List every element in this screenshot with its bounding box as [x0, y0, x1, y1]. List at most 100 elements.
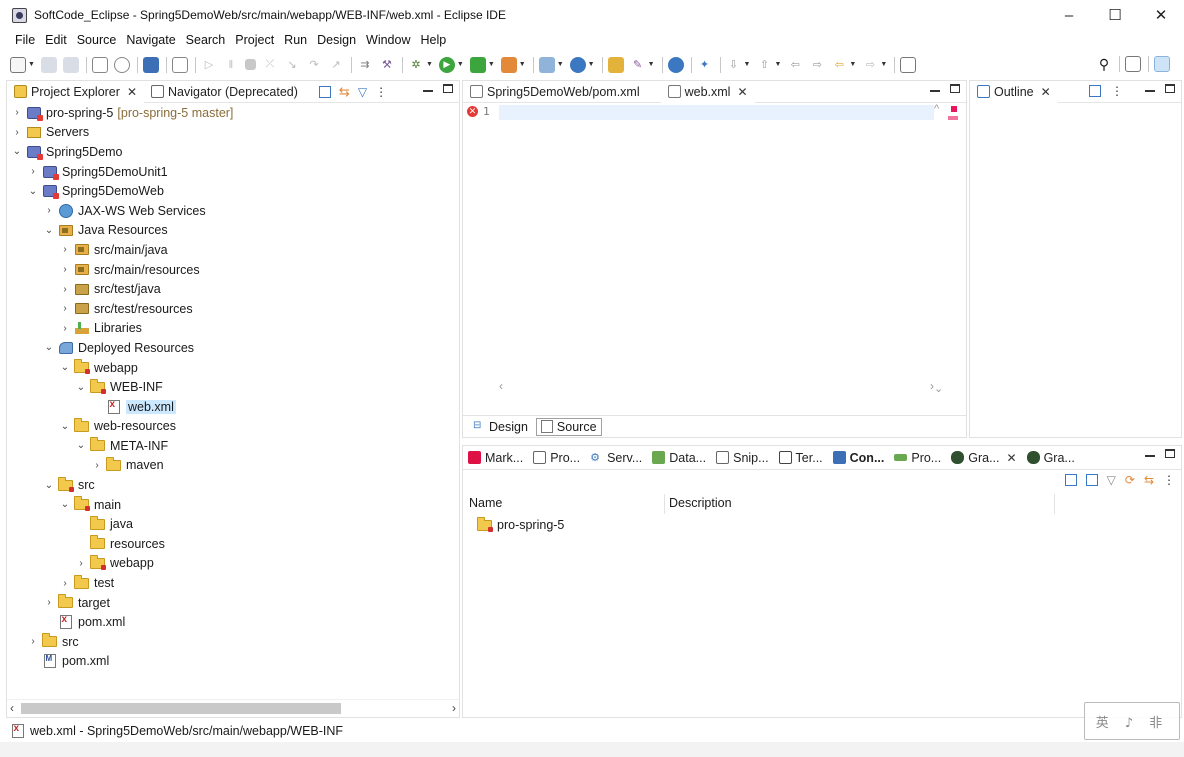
view-menu-icon[interactable]: ⋮	[375, 85, 387, 99]
tab-navigator[interactable]: Navigator (Deprecated)	[144, 81, 305, 103]
tree-item[interactable]: java	[7, 514, 459, 534]
collapse-icon[interactable]: ⌄	[75, 440, 87, 451]
debug-icon[interactable]: ✲	[408, 57, 424, 73]
tab-snippets[interactable]: Snip...	[711, 447, 773, 469]
tree-item[interactable]: › pro-spring-5 [pro-spring-5 master]	[7, 103, 459, 123]
collapse-icon[interactable]: ⌄	[27, 186, 39, 197]
menu-source[interactable]: Source	[72, 33, 122, 47]
tree-item[interactable]: pom.xml	[7, 612, 459, 632]
tab-gradle-executions[interactable]: Gra...	[1022, 447, 1080, 469]
skip-breakpoints-icon[interactable]	[171, 56, 188, 73]
pin-editor-icon[interactable]	[900, 56, 917, 73]
tree-item[interactable]: ⌄ Spring5Demo	[7, 142, 459, 162]
expand-icon[interactable]: ›	[91, 460, 103, 471]
collapse-all-icon[interactable]	[1085, 474, 1098, 486]
next-annotation-icon[interactable]: ⇩	[726, 57, 742, 73]
filter-icon[interactable]: ▽	[1107, 473, 1116, 487]
back-icon[interactable]: ⇦	[831, 57, 847, 73]
menu-project[interactable]: Project	[230, 33, 279, 47]
error-marker[interactable]	[951, 106, 957, 112]
minimize-button[interactable]: –	[1046, 0, 1092, 30]
minimize-view-icon[interactable]	[1145, 90, 1155, 92]
expand-icon[interactable]: ›	[59, 323, 71, 334]
tree-item[interactable]: ⌄ Deployed Resources	[7, 338, 459, 358]
expand-icon[interactable]: ›	[27, 636, 39, 647]
debug-dropdown-icon[interactable]: ▼	[426, 61, 433, 68]
collapse-icon[interactable]: ⌄	[59, 499, 71, 510]
collapse-all-icon[interactable]	[318, 85, 331, 98]
tree-item[interactable]: › Libraries	[7, 319, 459, 339]
prev-annotation-icon[interactable]: ⇧	[756, 57, 772, 73]
scroll-left-icon[interactable]: ‹	[499, 379, 503, 393]
minimize-view-icon[interactable]	[1145, 455, 1155, 457]
new-icon[interactable]	[10, 56, 26, 73]
step-over-icon[interactable]: ↷	[306, 57, 322, 73]
tree-item[interactable]: › webapp	[7, 554, 459, 574]
web-browser-icon[interactable]	[667, 56, 684, 73]
disconnect-icon[interactable]: ⤫	[262, 57, 278, 73]
expand-all-icon[interactable]	[1064, 474, 1077, 486]
source-editor[interactable]: ✕ 1 ^ ⌄ ‹ ›	[463, 103, 966, 395]
menu-edit[interactable]: Edit	[40, 33, 72, 47]
terminal-icon[interactable]	[91, 56, 108, 73]
last-edit-icon[interactable]: ⇦	[787, 57, 803, 73]
scroll-right-icon[interactable]: ›	[452, 701, 456, 715]
tree-item[interactable]: ⌄ src	[7, 475, 459, 495]
close-icon[interactable]: ✕	[1007, 451, 1017, 465]
scroll-up-icon[interactable]: ^	[934, 103, 939, 115]
run-server-dropdown-icon[interactable]: ▼	[488, 61, 495, 68]
step-return-icon[interactable]: ↗	[328, 57, 344, 73]
forward-icon[interactable]: ⇨	[862, 57, 878, 73]
close-icon[interactable]: ✕	[1041, 85, 1051, 99]
tab-progress[interactable]: Pro...	[889, 447, 946, 469]
tree-item[interactable]: › src/main/resources	[7, 260, 459, 280]
collapse-all-icon[interactable]	[1089, 85, 1101, 97]
tree-item[interactable]: › target	[7, 593, 459, 613]
terminate-icon[interactable]	[244, 59, 256, 70]
link-with-editor-icon[interactable]: ⇆	[339, 84, 350, 100]
run-dropdown-icon[interactable]: ▼	[457, 61, 464, 68]
tree-item-selected[interactable]: web.xml	[7, 397, 459, 417]
menu-run[interactable]: Run	[279, 33, 312, 47]
collapse-icon[interactable]: ⌄	[43, 480, 55, 491]
maximize-view-icon[interactable]	[950, 84, 960, 93]
prev-annotation-dropdown-icon[interactable]: ▼	[774, 61, 781, 68]
collapse-icon[interactable]: ⌄	[59, 362, 71, 373]
expand-icon[interactable]: ›	[59, 264, 71, 275]
maximize-view-icon[interactable]	[1165, 449, 1175, 458]
tab-data-source[interactable]: Data...	[647, 447, 711, 469]
tab-servers[interactable]: ⚙ Serv...	[585, 447, 647, 469]
view-menu-icon[interactable]: ⋮	[1163, 473, 1175, 487]
tab-gradle-tasks[interactable]: Gra... ✕	[946, 446, 1022, 469]
close-icon[interactable]: ✕	[127, 85, 137, 99]
expand-icon[interactable]: ›	[11, 107, 23, 118]
search-icon[interactable]: ⚲	[1096, 56, 1112, 72]
tab-outline[interactable]: Outline ✕	[970, 80, 1058, 103]
tree-item[interactable]: › maven	[7, 456, 459, 476]
new-dropdown-icon[interactable]: ▼	[28, 61, 35, 68]
table-row[interactable]: pro-spring-5	[477, 516, 564, 532]
annotation-dropdown-icon[interactable]: ▼	[648, 61, 655, 68]
back-dropdown-icon[interactable]: ▼	[849, 61, 856, 68]
error-annotation-marker[interactable]	[948, 116, 958, 120]
tree-item[interactable]: resources	[7, 534, 459, 554]
forward-dropdown-icon[interactable]: ▼	[880, 61, 887, 68]
tab-markers[interactable]: Mark...	[463, 447, 528, 469]
menu-window[interactable]: Window	[361, 33, 415, 47]
tab-pom-xml[interactable]: Spring5DemoWeb/pom.xml	[463, 81, 647, 103]
tab-design[interactable]: ⊟ Design	[469, 419, 532, 435]
expand-icon[interactable]: ›	[59, 284, 71, 295]
ime-toolbar[interactable]: 英 ♪ 非	[1084, 702, 1180, 740]
expand-icon[interactable]: ›	[27, 166, 39, 177]
tree-item[interactable]: pom.xml	[7, 652, 459, 672]
new-java-class-dropdown-icon[interactable]: ▼	[588, 61, 595, 68]
tree-item[interactable]: ⌄ META-INF	[7, 436, 459, 456]
vertical-scrollbar[interactable]: ^ ⌄	[934, 103, 944, 395]
menu-design[interactable]: Design	[312, 33, 361, 47]
collapse-icon[interactable]: ⌄	[43, 225, 55, 236]
horizontal-scrollbar[interactable]: ‹ ›	[7, 699, 459, 717]
expand-icon[interactable]: ›	[59, 578, 71, 589]
tree-item[interactable]: ⌄ main	[7, 495, 459, 515]
scroll-right-icon[interactable]: ›	[930, 379, 934, 393]
save-all-icon[interactable]	[62, 56, 79, 73]
